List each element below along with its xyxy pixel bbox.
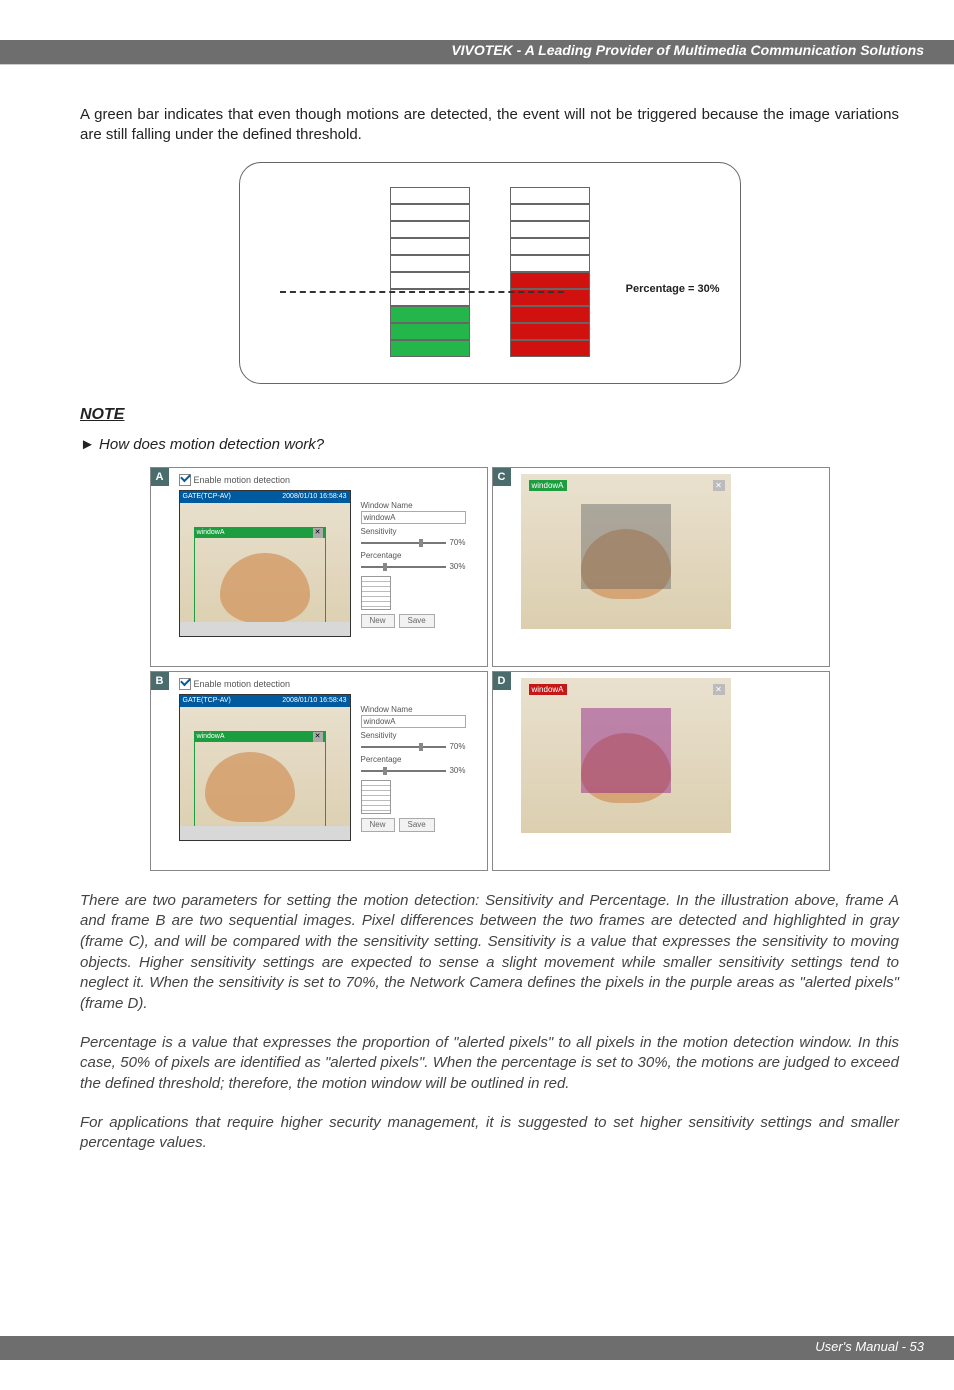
percentage-slider[interactable]: 30% [361,562,466,572]
sensitivity-label: Sensitivity [361,527,466,536]
header-title: VIVOTEK - A Leading Provider of Multimed… [30,42,924,58]
threshold-label: Percentage = 30% [626,283,720,295]
window-name-input[interactable]: windowA [361,511,466,524]
save-button[interactable]: Save [399,614,435,628]
bar-green [390,187,470,357]
close-icon[interactable]: ✕ [313,528,323,538]
minibar-indicator [361,576,391,610]
new-button[interactable]: New [361,614,395,628]
controls-b: Window Name windowA Sensitivity 70% Perc… [361,702,466,832]
close-icon[interactable]: ✕ [713,480,725,491]
purple-alert-overlay [581,708,671,793]
panel-c: C windowA ✕ [492,467,830,667]
note-question: ► How does motion detection work? [80,436,899,453]
header-band: VIVOTEK - A Leading Provider of Multimed… [0,40,954,65]
preview-title-d: windowA [529,684,567,695]
save-button[interactable]: Save [399,818,435,832]
panel-b: B Enable motion detection GATE(TCP-AV) 2… [150,671,488,871]
intro-paragraph: A green bar indicates that even though m… [80,105,899,146]
percentage-label: Percentage [361,551,466,560]
preview-d: windowA ✕ [521,678,731,833]
video-frame-a: GATE(TCP-AV) 2008/01/10 16:58:43 windowA… [179,490,351,637]
panel-a: A Enable motion detection GATE(TCP-AV) 2… [150,467,488,667]
footer-band: User's Manual - 53 [0,1336,954,1360]
enable-motion-label: Enable motion detection [194,679,291,689]
enable-motion-b[interactable]: Enable motion detection [179,678,291,690]
chart-bars [240,187,740,357]
video-body-a: windowA✕ [180,503,350,622]
footer-text: User's Manual - 53 [30,1339,924,1354]
gray-diff-overlay [581,504,671,589]
page: VIVOTEK - A Leading Provider of Multimed… [0,40,954,1390]
paragraph-1: There are two parameters for setting the… [80,891,899,1015]
enable-motion-label: Enable motion detection [194,475,291,485]
panel-d: D windowA ✕ [492,671,830,871]
close-icon[interactable]: ✕ [713,684,725,695]
close-icon[interactable]: ✕ [313,732,323,742]
video-body-b: windowA✕ [180,707,350,826]
video-title-a: GATE(TCP-AV) 2008/01/10 16:58:43 [180,491,350,503]
paragraph-2: Percentage is a value that expresses the… [80,1033,899,1095]
panel-tag-c: C [493,468,511,486]
panel-tag-b: B [151,672,169,690]
panel-tag-a: A [151,468,169,486]
video-footer [180,826,350,840]
checkbox-icon[interactable] [179,474,191,486]
controls-a: Window Name windowA Sensitivity 70% Perc… [361,498,466,628]
preview-title-c: windowA [529,480,567,491]
checkbox-icon[interactable] [179,678,191,690]
body: A green bar indicates that even though m… [0,65,954,1154]
video-frame-b: GATE(TCP-AV) 2008/01/10 16:58:43 windowA… [179,694,351,841]
diagram-grid: A Enable motion detection GATE(TCP-AV) 2… [150,467,830,871]
percentage-slider[interactable]: 30% [361,766,466,776]
panel-tag-d: D [493,672,511,690]
video-footer [180,622,350,636]
enable-motion-a[interactable]: Enable motion detection [179,474,291,486]
paragraph-3: For applications that require higher sec… [80,1113,899,1154]
preview-c: windowA ✕ [521,474,731,629]
video-title-b: GATE(TCP-AV) 2008/01/10 16:58:43 [180,695,350,707]
sensitivity-slider[interactable]: 70% [361,742,466,752]
window-name-input[interactable]: windowA [361,715,466,728]
note-heading: NOTE [80,406,899,424]
minibar-indicator [361,780,391,814]
bar-red [510,187,590,357]
sensitivity-slider[interactable]: 70% [361,538,466,548]
threshold-chart: Percentage = 30% [239,162,741,384]
new-button[interactable]: New [361,818,395,832]
window-name-label: Window Name [361,501,466,510]
threshold-line [280,291,564,293]
